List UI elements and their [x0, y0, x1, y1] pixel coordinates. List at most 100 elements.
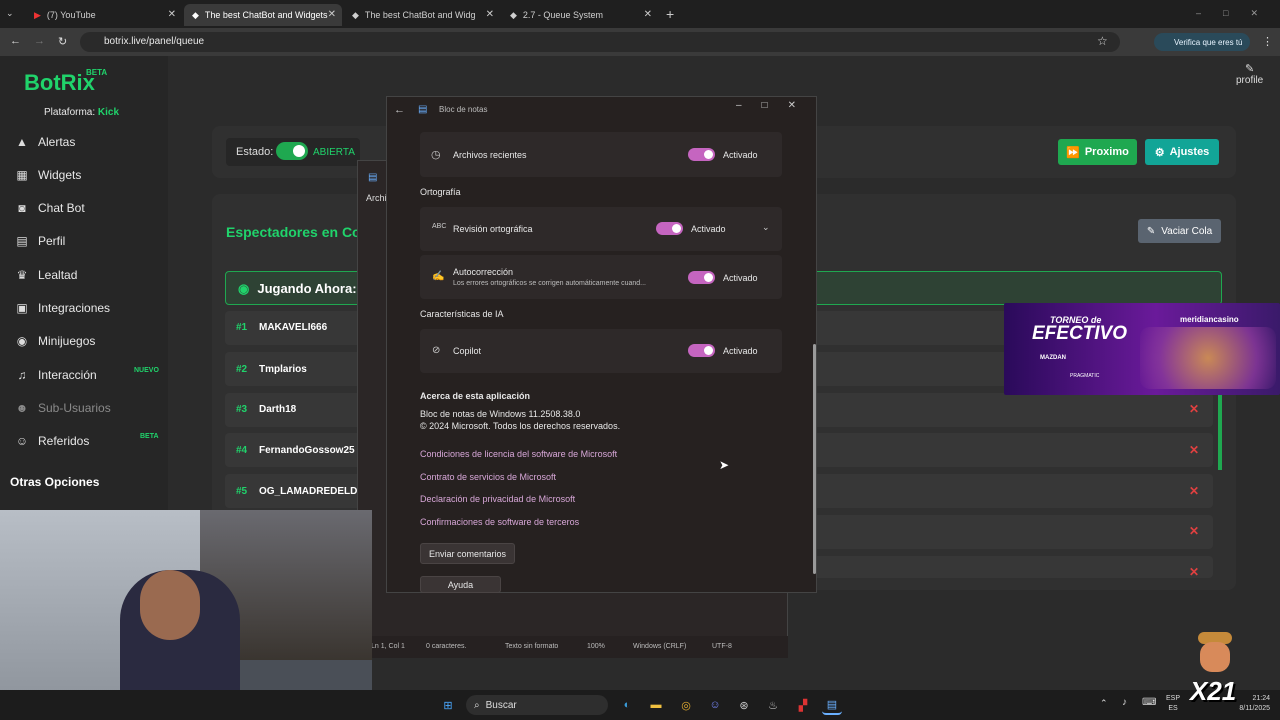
- status-line-ending[interactable]: Windows (CRLF): [633, 643, 686, 650]
- close-tab-icon[interactable]: ✕: [168, 9, 176, 20]
- close-tab-icon[interactable]: ✕: [328, 9, 336, 20]
- sidebar-item-widgets[interactable]: ▦ Widgets: [14, 165, 81, 185]
- autocorrect-toggle[interactable]: [688, 271, 715, 284]
- remove-icon[interactable]: ✕: [1189, 565, 1199, 579]
- window-controls[interactable]: –□✕: [736, 100, 816, 111]
- remove-icon[interactable]: ✕: [1189, 484, 1199, 498]
- profile-link[interactable]: ✎ profile: [1236, 62, 1263, 86]
- search-placeholder: Buscar: [485, 699, 517, 711]
- webcam-overlay: [0, 510, 372, 720]
- copilot-icon: ⊘: [432, 345, 441, 356]
- bookmark-star-icon[interactable]: ☆: [1097, 34, 1108, 48]
- sidebar-item-label: Interacción: [38, 368, 97, 382]
- microphone-icon[interactable]: ♪: [1122, 697, 1127, 708]
- estado-toggle[interactable]: [276, 142, 308, 160]
- back-icon[interactable]: ←: [10, 35, 21, 47]
- autocorrect-label: Autocorrección: [453, 267, 514, 277]
- close-tab-icon[interactable]: ✕: [644, 9, 652, 20]
- sidebar-item-integraciones[interactable]: ▣ Integraciones: [14, 298, 110, 318]
- sidebar-item-lealtad[interactable]: ♛ Lealtad: [14, 265, 78, 285]
- remove-icon[interactable]: ✕: [1189, 524, 1199, 538]
- tab-list-button[interactable]: ⌄: [6, 8, 14, 19]
- next-button-label: Proximo: [1084, 146, 1129, 158]
- status-format[interactable]: Texto sin formato: [505, 643, 558, 650]
- casino-ad-banner[interactable]: TORNEO de EFECTIVO meridiancasino MAZDAN…: [1004, 303, 1280, 395]
- language-indicator[interactable]: ESP ES: [1166, 694, 1180, 714]
- edge-icon[interactable]: ◐: [617, 695, 637, 715]
- clear-queue-button[interactable]: ✎ Vaciar Cola: [1138, 219, 1221, 243]
- queue-position: #2: [236, 364, 248, 375]
- broom-icon: ✎: [1146, 225, 1156, 237]
- tab-queue-system[interactable]: ◆ 2.7 - Queue System ✕: [502, 4, 658, 26]
- sidebar-item-alertas[interactable]: ▲ Alertas: [14, 132, 75, 152]
- chevron-up-icon[interactable]: ⌃: [1100, 698, 1108, 709]
- sidebar-item-referidos[interactable]: ☺ Referidos: [14, 431, 90, 451]
- folder-icon[interactable]: ▬: [646, 695, 666, 715]
- trophy-icon: ♛: [16, 268, 28, 282]
- referrals-icon: ☺: [15, 434, 29, 448]
- sidebar-item-sub-usuarios[interactable]: ☻ Sub-Usuarios: [14, 398, 111, 418]
- chrome-icon[interactable]: ◎: [676, 695, 696, 715]
- logo-text: BotRix: [24, 70, 95, 95]
- app-icon[interactable]: ⊛: [734, 695, 754, 715]
- recent-files-toggle[interactable]: [688, 148, 715, 161]
- sidebar-item-chatbot[interactable]: ◙ Chat Bot: [14, 198, 84, 218]
- help-button[interactable]: Ayuda: [420, 576, 501, 593]
- start-button-icon[interactable]: ⊞: [438, 695, 458, 715]
- tab-botrix-active[interactable]: ◆ The best ChatBot and Widgets ✕: [184, 4, 342, 26]
- taskbar-search[interactable]: ⌕ Buscar: [466, 695, 608, 715]
- keyboard-layout: ES: [1168, 705, 1178, 712]
- profile-link-label: profile: [1236, 75, 1264, 86]
- chevron-down-icon[interactable]: ⌄: [762, 222, 770, 233]
- reload-icon[interactable]: ↻: [58, 35, 67, 48]
- keyboard-icon[interactable]: ⌨: [1142, 697, 1156, 708]
- url-field[interactable]: botrix.live/panel/queue: [80, 32, 1120, 52]
- tab-youtube[interactable]: ▶ (7) YouTube ✕: [26, 4, 182, 26]
- other-options-heading: Otras Opciones: [10, 475, 100, 489]
- discord-icon[interactable]: ☺: [705, 695, 725, 715]
- spelling-section-heading: Ortografía: [420, 187, 461, 197]
- license-link[interactable]: Condiciones de licencia del software de …: [420, 449, 617, 459]
- playing-now-label: ◉ Jugando Ahora:: [238, 281, 357, 297]
- botrix-logo[interactable]: BotRix: [24, 70, 95, 96]
- notepad-taskbar-icon[interactable]: ▤: [822, 695, 842, 715]
- privacy-link[interactable]: Declaración de privacidad de Microsoft: [420, 494, 575, 504]
- warning-icon: ▲: [16, 135, 28, 149]
- window-controls[interactable]: –□✕: [1196, 8, 1280, 19]
- sidebar-item-label: Minijuegos: [38, 334, 96, 348]
- profile-chip[interactable]: Verifica que eres tú: [1154, 33, 1250, 51]
- close-tab-icon[interactable]: ✕: [486, 9, 494, 20]
- platform-value: Kick: [97, 107, 120, 118]
- tab-label: The best ChatBot and Widgets: [204, 10, 328, 20]
- mascot-face: [1200, 642, 1230, 672]
- back-icon[interactable]: ←: [394, 104, 405, 116]
- logo-beta-badge: BETA: [86, 68, 108, 77]
- new-tab-button[interactable]: +: [666, 6, 674, 22]
- tab-botrix-2[interactable]: ◆ The best ChatBot and Widg ✕: [344, 4, 500, 26]
- forward-icon[interactable]: →: [34, 35, 45, 47]
- sidebar-item-minijuegos[interactable]: ◉ Minijuegos: [14, 331, 96, 351]
- settings-scrollbar[interactable]: [813, 344, 816, 574]
- sidebar-item-label: Sub-Usuarios: [38, 401, 111, 415]
- notepad-window-title: Bloc de notas: [439, 105, 488, 114]
- remove-icon[interactable]: ✕: [1189, 443, 1199, 457]
- app-red-icon[interactable]: ▞: [793, 695, 813, 715]
- send-feedback-button[interactable]: Enviar comentarios: [420, 543, 515, 564]
- third-party-link[interactable]: Confirmaciones de software de terceros: [420, 517, 579, 527]
- menu-icon[interactable]: ⋮: [1262, 35, 1273, 48]
- next-button[interactable]: ⏩ Proximo: [1058, 139, 1137, 165]
- remove-icon[interactable]: ✕: [1189, 402, 1199, 416]
- services-agreement-link[interactable]: Contrato de servicios de Microsoft: [420, 472, 556, 482]
- sidebar-item-perfil[interactable]: ▤ Perfil: [14, 231, 65, 251]
- status-zoom[interactable]: 100%: [587, 643, 605, 650]
- archive-menu[interactable]: Archi: [366, 193, 387, 203]
- ad-line2: EFECTIVO: [1032, 323, 1128, 344]
- steam-icon[interactable]: ♨: [763, 695, 783, 715]
- sidebar-item-label: Referidos: [38, 434, 90, 448]
- sidebar-item-interaccion[interactable]: ♫ Interacción: [14, 365, 97, 385]
- spellcheck-toggle[interactable]: [656, 222, 683, 235]
- status-encoding[interactable]: UTF-8: [712, 643, 732, 650]
- copilot-toggle[interactable]: [688, 344, 715, 357]
- settings-button[interactable]: ⚙ Ajustes: [1145, 139, 1219, 165]
- integration-icon: ▣: [16, 301, 28, 315]
